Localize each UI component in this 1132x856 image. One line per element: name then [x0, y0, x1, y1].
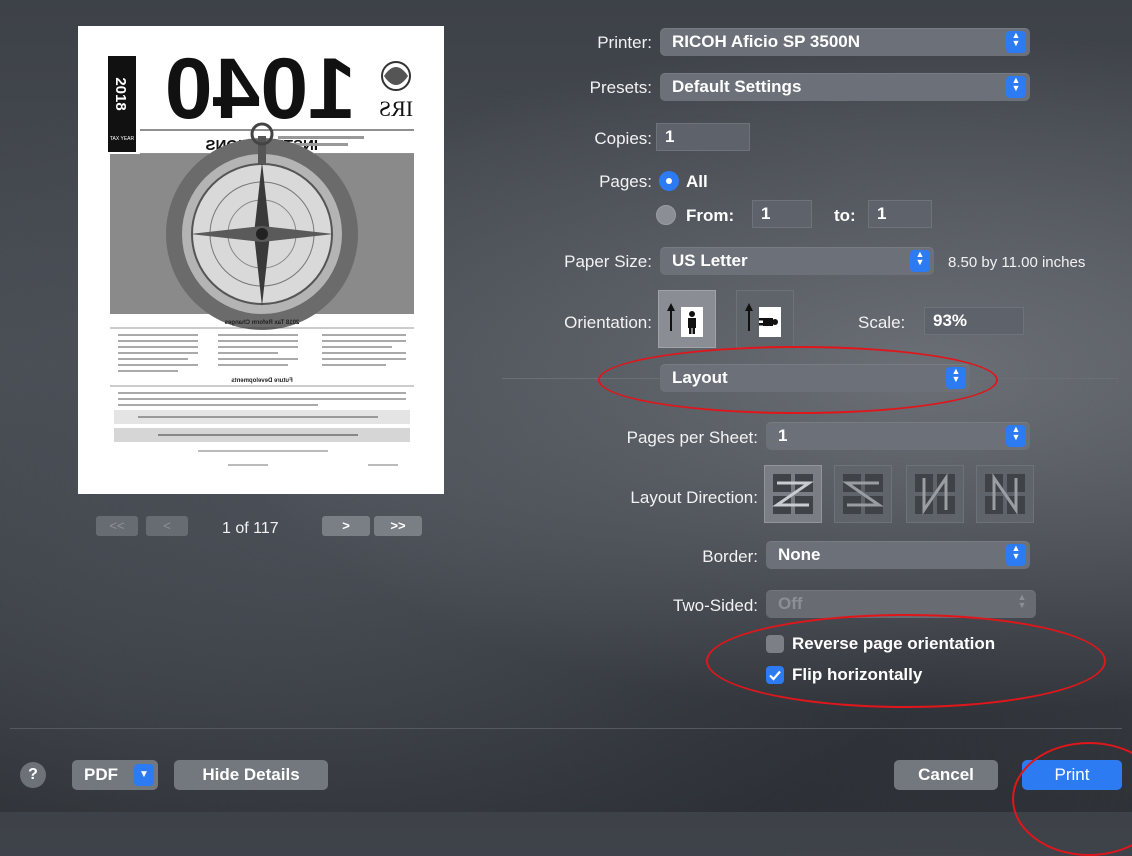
- two-sided-value: Off: [778, 594, 803, 613]
- presets-label: Presets:: [589, 78, 652, 97]
- landscape-person-icon: [745, 303, 781, 337]
- paper-size-dimensions: 8.50 by 11.00 inches: [948, 254, 1086, 271]
- n-direction-icon: [915, 473, 955, 515]
- checkmark-icon: [769, 670, 781, 681]
- doc-form-number: 1040: [165, 41, 356, 137]
- chevron-up-down-icon: ▲ ▼: [1017, 592, 1027, 610]
- presets-value: Default Settings: [672, 77, 802, 96]
- printer-value: RICOH Aficio SP 3500N: [672, 32, 861, 51]
- section-menu-value: Layout: [672, 368, 728, 387]
- pages-to-field[interactable]: 1: [868, 200, 932, 228]
- orientation-label: Orientation:: [564, 313, 652, 332]
- border-label: Border:: [702, 547, 758, 566]
- preview-next-page-button[interactable]: >: [322, 516, 370, 536]
- layout-direction-z-button[interactable]: [764, 465, 822, 523]
- preview-page-indicator: 1 of 117: [222, 520, 279, 537]
- pages-from-label: From:: [686, 206, 735, 225]
- pages-per-sheet-value: 1: [778, 426, 788, 445]
- flip-horizontally-checkbox[interactable]: [766, 666, 784, 684]
- doc-section-2: Future Developments: [231, 378, 293, 384]
- chevron-up-down-icon: ▲ ▼: [1006, 425, 1026, 447]
- layout-direction-n-button[interactable]: [906, 465, 964, 523]
- pages-per-sheet-popup[interactable]: 1 ▲ ▼: [766, 422, 1030, 450]
- two-sided-label: Two-Sided:: [672, 596, 758, 615]
- orientation-landscape-button[interactable]: [736, 290, 794, 348]
- chevron-up-down-icon: ▲ ▼: [1006, 544, 1026, 566]
- chevron-down-icon: ▼: [134, 764, 154, 786]
- scale-field[interactable]: 93%: [924, 307, 1024, 335]
- portrait-person-icon: [667, 303, 703, 337]
- doc-section-1: 2018 Tax Reform Changes: [224, 320, 299, 326]
- annotation-circle-checkboxes: [706, 614, 1106, 708]
- chevron-up-down-icon: ▲ ▼: [1006, 76, 1026, 98]
- print-button[interactable]: Print: [1022, 760, 1122, 790]
- layout-direction-reverse-n-button[interactable]: [976, 465, 1034, 523]
- pages-per-sheet-label: Pages per Sheet:: [626, 428, 758, 447]
- section-menu-popup[interactable]: Layout ▲ ▼: [660, 364, 970, 392]
- layout-direction-reverse-z-button[interactable]: [834, 465, 892, 523]
- doc-tax-year-tag: TAX YEAR: [110, 136, 135, 142]
- orientation-portrait-button[interactable]: [658, 290, 716, 348]
- help-button[interactable]: ?: [20, 762, 46, 788]
- paper-size-popup[interactable]: US Letter ▲ ▼: [660, 247, 934, 275]
- paper-size-value: US Letter: [672, 251, 748, 270]
- reverse-n-direction-icon: [985, 473, 1025, 515]
- reverse-page-orientation-checkbox[interactable]: [766, 635, 784, 653]
- printer-label: Printer:: [597, 33, 652, 52]
- preview-first-page-button[interactable]: <<: [96, 516, 138, 536]
- printer-popup[interactable]: RICOH Aficio SP 3500N ▲ ▼: [660, 28, 1030, 56]
- footer-separator: [10, 728, 1122, 729]
- paper-size-label: Paper Size:: [564, 252, 652, 271]
- print-preview-page: 2018 TAX YEAR 1040 IRS INSTRUCTIONS: [78, 26, 444, 494]
- pages-from-field[interactable]: 1: [752, 200, 812, 228]
- cancel-button[interactable]: Cancel: [894, 760, 998, 790]
- hide-details-button[interactable]: Hide Details: [174, 760, 328, 790]
- presets-popup[interactable]: Default Settings ▲ ▼: [660, 73, 1030, 101]
- preview-last-page-button[interactable]: >>: [374, 516, 422, 536]
- chevron-up-down-icon: ▲ ▼: [910, 250, 930, 272]
- reverse-z-direction-icon: [842, 474, 884, 514]
- doc-year: 2018: [112, 77, 129, 110]
- pages-all-radio[interactable]: [659, 171, 679, 191]
- border-value: None: [778, 545, 821, 564]
- pdf-menu-button[interactable]: PDF ▼: [72, 760, 158, 790]
- pages-to-label: to:: [834, 206, 856, 225]
- reverse-page-orientation-label: Reverse page orientation: [792, 634, 996, 653]
- flip-horizontally-label: Flip horizontally: [792, 665, 923, 684]
- doc-agency: IRS: [379, 96, 413, 121]
- chevron-up-down-icon: ▲ ▼: [1006, 31, 1026, 53]
- pages-range-radio[interactable]: [656, 205, 676, 225]
- z-direction-icon: [772, 474, 814, 514]
- copies-label: Copies:: [594, 129, 652, 148]
- document-preview-image: 2018 TAX YEAR 1040 IRS INSTRUCTIONS: [108, 41, 414, 466]
- layout-direction-label: Layout Direction:: [630, 488, 758, 507]
- copies-field[interactable]: 1: [656, 123, 750, 151]
- chevron-up-down-icon: ▲ ▼: [946, 367, 966, 389]
- pages-all-label: All: [686, 172, 708, 191]
- preview-previous-page-button[interactable]: <: [146, 516, 188, 536]
- pages-label: Pages:: [599, 172, 652, 191]
- two-sided-popup[interactable]: Off ▲ ▼: [766, 590, 1036, 618]
- scale-label: Scale:: [858, 313, 906, 332]
- border-popup[interactable]: None ▲ ▼: [766, 541, 1030, 569]
- pdf-label: PDF: [84, 765, 118, 784]
